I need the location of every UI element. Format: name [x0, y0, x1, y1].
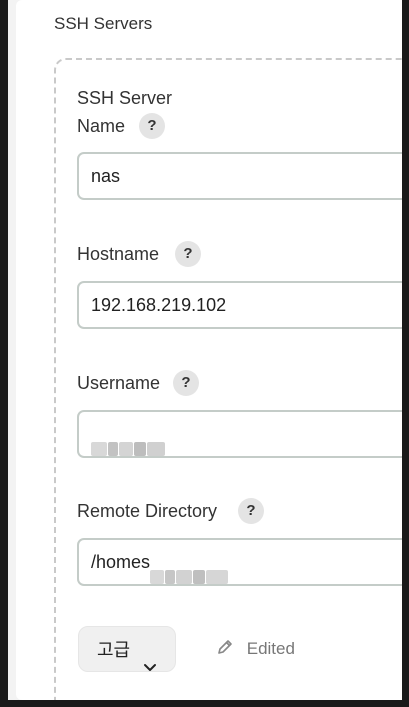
- hostname-field[interactable]: 192.168.219.102: [77, 281, 402, 329]
- name-label: Name: [77, 116, 126, 136]
- remote-directory-value: /homes: [91, 552, 151, 572]
- pencil-icon: [216, 639, 247, 658]
- config-panel: SSH Servers SSH Server Name ? nas Hostna…: [16, 0, 402, 700]
- ssh-server-heading: SSH Server: [77, 88, 173, 108]
- username-field[interactable]: [77, 410, 402, 458]
- advanced-label: 고급: [97, 640, 131, 660]
- window-frame: SSH Servers SSH Server Name ? nas Hostna…: [8, 0, 402, 700]
- section-title: SSH Servers: [54, 14, 153, 33]
- name-field[interactable]: nas: [77, 152, 402, 200]
- remote-directory-label: Remote Directory: [77, 501, 218, 521]
- remote-directory-help-icon[interactable]: ?: [238, 498, 264, 524]
- redacted-username: [91, 428, 166, 456]
- edited-label: Edited: [246, 639, 295, 658]
- hostname-label: Hostname: [77, 244, 160, 264]
- redacted-path: [150, 556, 229, 584]
- edited-status: Edited: [216, 638, 295, 659]
- name-help-icon[interactable]: ?: [139, 113, 165, 139]
- username-help-icon[interactable]: ?: [173, 370, 199, 396]
- chevron-down-icon: [143, 644, 157, 690]
- hostname-help-icon[interactable]: ?: [175, 241, 201, 267]
- remote-directory-field[interactable]: /homes: [77, 538, 402, 586]
- advanced-button[interactable]: 고급: [78, 626, 176, 672]
- username-label: Username: [77, 373, 161, 393]
